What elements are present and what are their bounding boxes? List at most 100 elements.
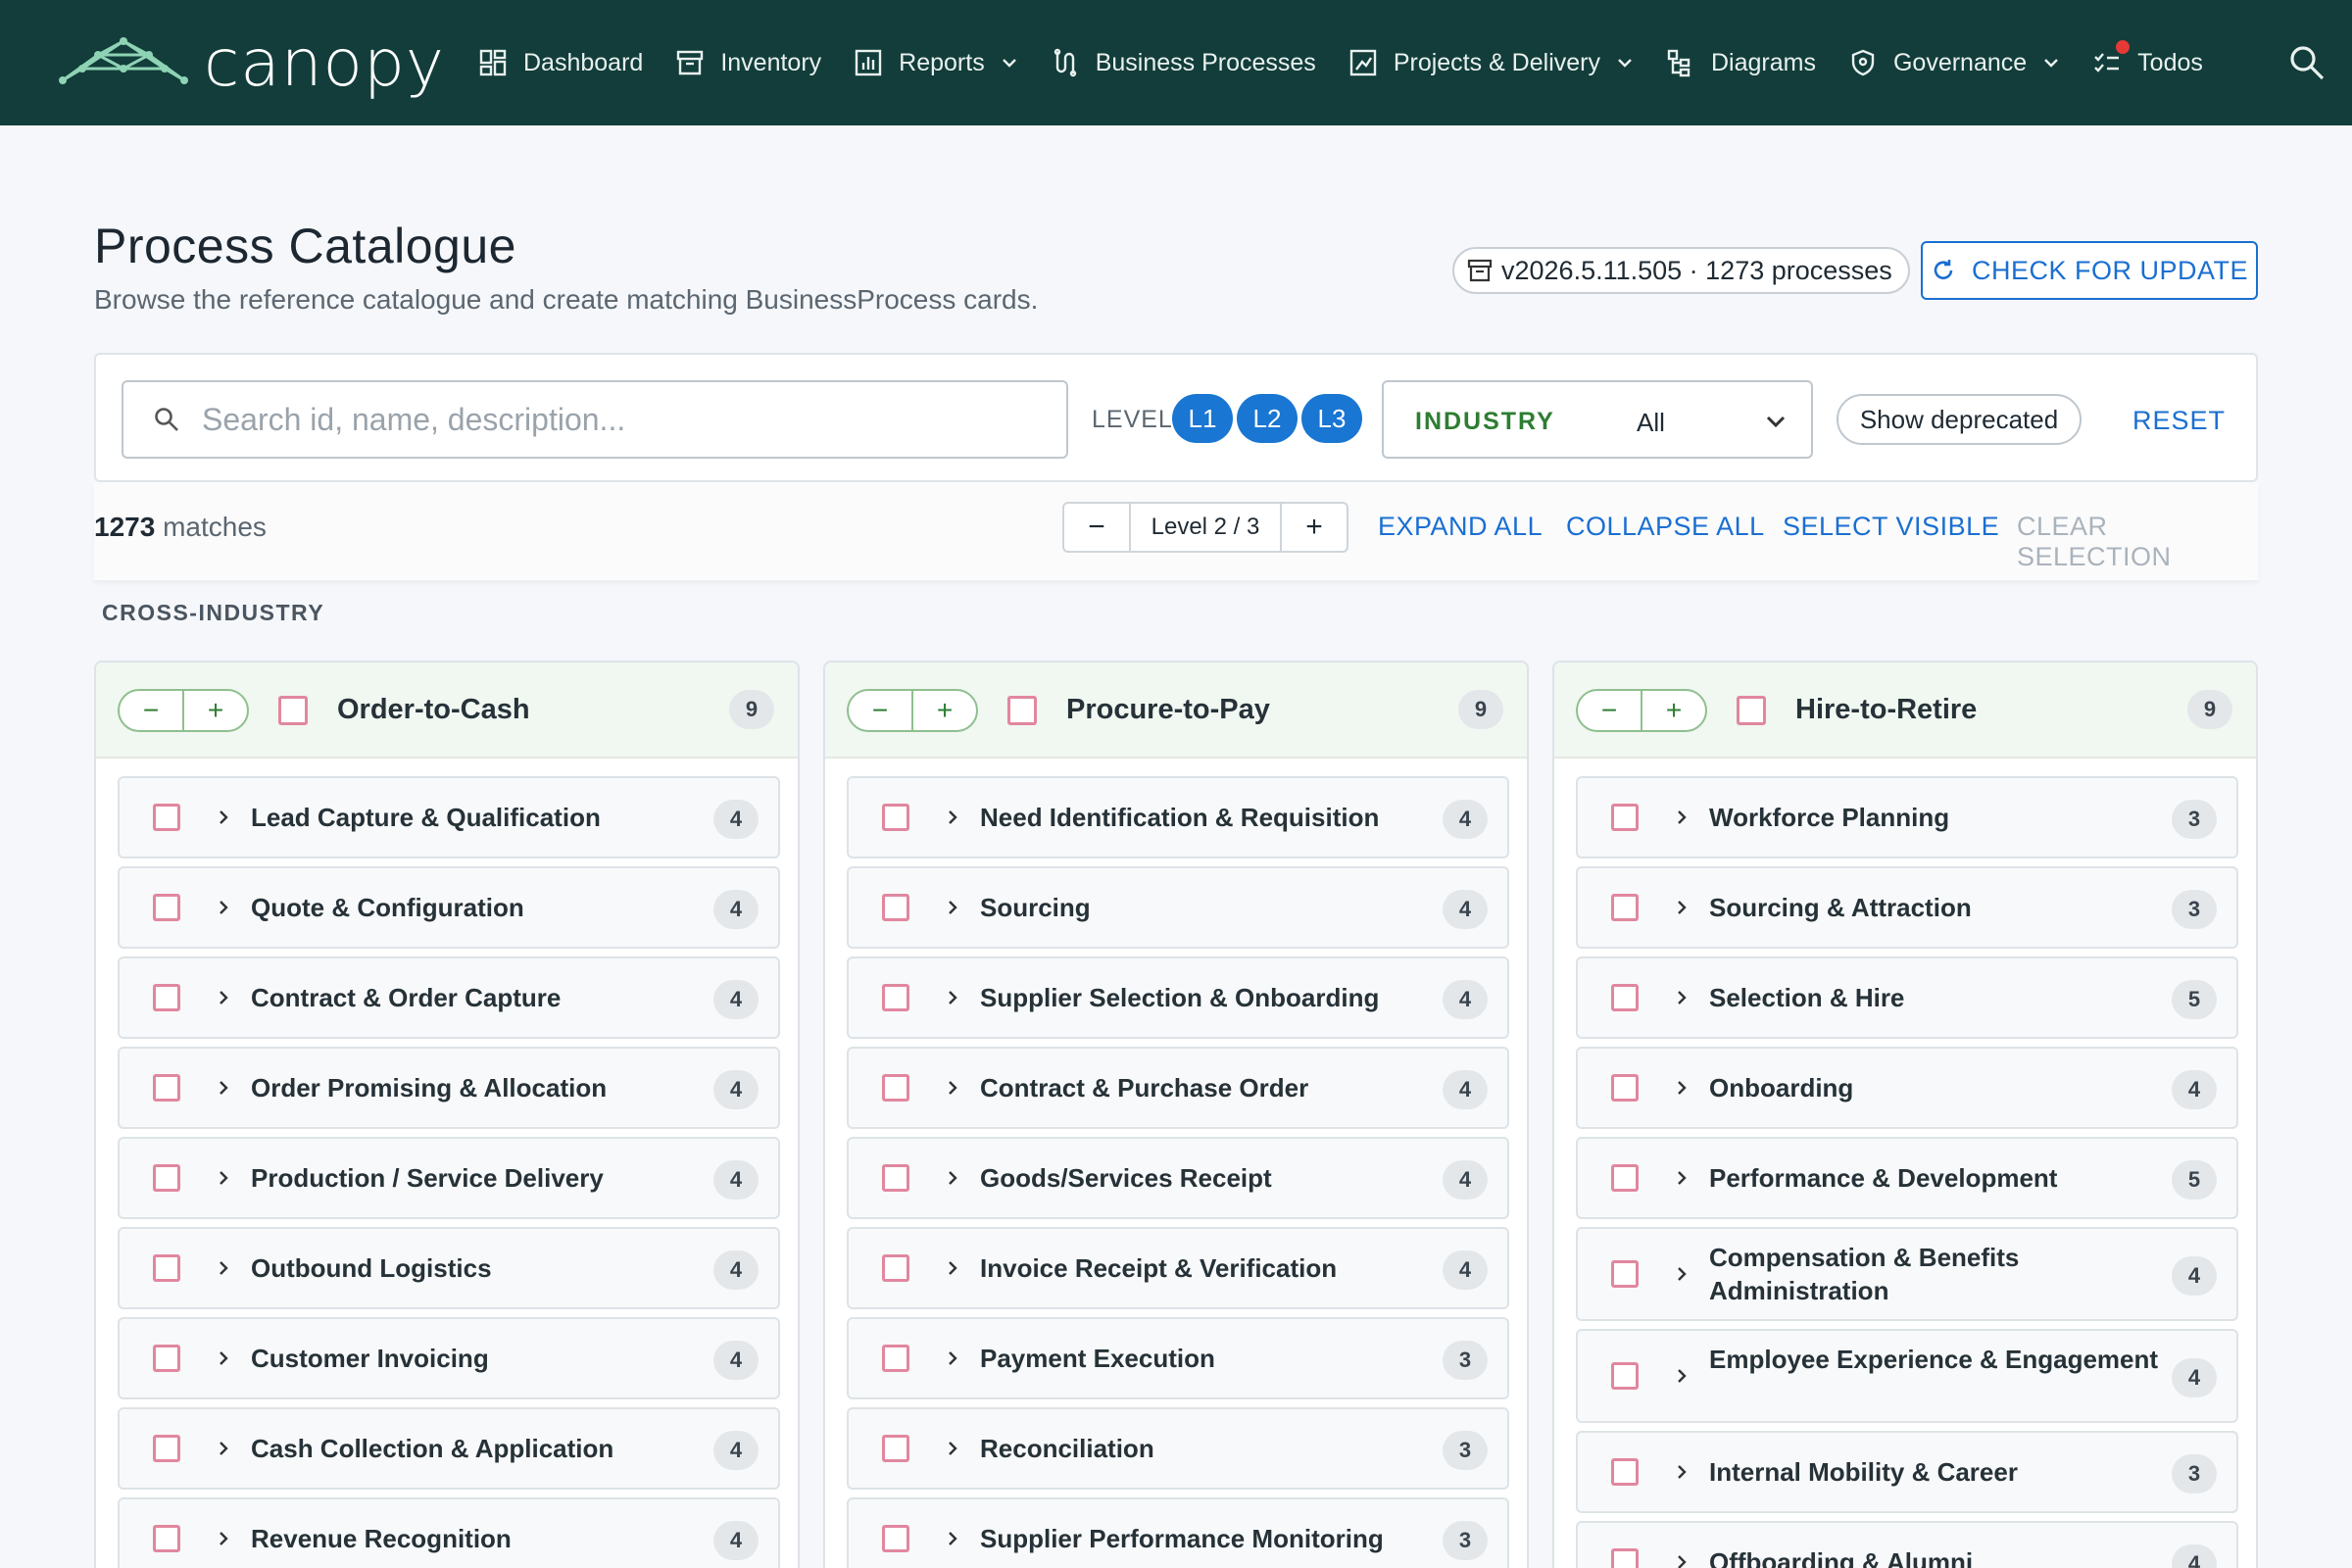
chevron-right-icon[interactable]	[214, 1258, 233, 1278]
nav-item-business-processes[interactable]: Business Processes	[1051, 48, 1316, 77]
process-row[interactable]: Order Promising & Allocation 4	[118, 1047, 780, 1129]
process-row[interactable]: Customer Invoicing 4	[118, 1317, 780, 1399]
chevron-right-icon[interactable]	[1672, 1366, 1691, 1386]
process-row[interactable]: Payment Execution 3	[847, 1317, 1509, 1399]
column-checkbox[interactable]	[1007, 696, 1037, 725]
industry-select[interactable]: INDUSTRY All	[1382, 380, 1813, 459]
chevron-right-icon[interactable]	[1672, 808, 1691, 827]
row-checkbox[interactable]	[153, 1435, 180, 1462]
chevron-right-icon[interactable]	[214, 1078, 233, 1098]
level-chip-l3[interactable]: L3	[1301, 394, 1362, 443]
row-checkbox[interactable]	[882, 1435, 909, 1462]
process-row[interactable]: Invoice Receipt & Verification 4	[847, 1227, 1509, 1309]
process-row[interactable]: Revenue Recognition 4	[118, 1497, 780, 1568]
process-row[interactable]: Compensation & Benefits Administration 4	[1576, 1227, 2238, 1321]
collapse-all-button[interactable]: COLLAPSE ALL	[1566, 512, 1765, 542]
chevron-right-icon[interactable]	[943, 1168, 962, 1188]
row-checkbox[interactable]	[153, 984, 180, 1011]
chevron-right-icon[interactable]	[943, 1258, 962, 1278]
chevron-right-icon[interactable]	[1672, 1552, 1691, 1568]
column-checkbox[interactable]	[278, 696, 308, 725]
nav-item-todos[interactable]: Todos	[2092, 40, 2203, 77]
row-checkbox[interactable]	[153, 1345, 180, 1372]
row-checkbox[interactable]	[153, 1074, 180, 1102]
chevron-right-icon[interactable]	[1672, 1078, 1691, 1098]
nav-item-reports[interactable]: Reports	[854, 48, 1018, 77]
row-checkbox[interactable]	[153, 1254, 180, 1282]
select-visible-button[interactable]: SELECT VISIBLE	[1783, 512, 1999, 542]
chevron-right-icon[interactable]	[214, 808, 233, 827]
process-row[interactable]: Goods/Services Receipt 4	[847, 1137, 1509, 1219]
chevron-right-icon[interactable]	[943, 898, 962, 917]
clear-selection-button[interactable]: CLEAR SELECTION	[2017, 512, 2258, 572]
process-row[interactable]: Selection & Hire 5	[1576, 956, 2238, 1039]
row-checkbox[interactable]	[882, 1345, 909, 1372]
row-checkbox[interactable]	[882, 1254, 909, 1282]
column-collapse-button[interactable]: −	[120, 691, 182, 730]
row-checkbox[interactable]	[1611, 1074, 1639, 1102]
process-row[interactable]: Supplier Performance Monitoring 3	[847, 1497, 1509, 1568]
process-row[interactable]: Onboarding 4	[1576, 1047, 2238, 1129]
row-checkbox[interactable]	[1611, 1260, 1639, 1288]
chevron-right-icon[interactable]	[1672, 1264, 1691, 1284]
process-row[interactable]: Lead Capture & Qualification 4	[118, 776, 780, 858]
nav-item-projects-delivery[interactable]: Projects & Delivery	[1348, 48, 1634, 77]
process-row[interactable]: Cash Collection & Application 4	[118, 1407, 780, 1490]
chevron-right-icon[interactable]	[943, 808, 962, 827]
check-for-update-button[interactable]: CHECK FOR UPDATE	[1921, 241, 2258, 300]
chevron-right-icon[interactable]	[1672, 898, 1691, 917]
process-row[interactable]: Production / Service Delivery 4	[118, 1137, 780, 1219]
column-expand-button[interactable]: +	[1642, 691, 1705, 730]
row-checkbox[interactable]	[153, 1525, 180, 1552]
row-checkbox[interactable]	[882, 984, 909, 1011]
process-row[interactable]: Employee Experience & Engagement 4	[1576, 1329, 2238, 1423]
column-expand-button[interactable]: +	[184, 691, 247, 730]
process-row[interactable]: Outbound Logistics 4	[118, 1227, 780, 1309]
row-checkbox[interactable]	[1611, 984, 1639, 1011]
process-row[interactable]: Contract & Order Capture 4	[118, 956, 780, 1039]
column-expand-button[interactable]: +	[913, 691, 976, 730]
row-checkbox[interactable]	[882, 894, 909, 921]
level-chip-l1[interactable]: L1	[1172, 394, 1233, 443]
chevron-right-icon[interactable]	[214, 1529, 233, 1548]
chevron-right-icon[interactable]	[214, 988, 233, 1007]
process-row[interactable]: Need Identification & Requisition 4	[847, 776, 1509, 858]
level-decrease-button[interactable]: −	[1064, 504, 1129, 551]
process-row[interactable]: Internal Mobility & Career 3	[1576, 1431, 2238, 1513]
nav-item-governance[interactable]: Governance	[1848, 48, 2060, 77]
nav-item-diagrams[interactable]: Diagrams	[1666, 48, 1816, 77]
row-checkbox[interactable]	[153, 804, 180, 831]
chevron-right-icon[interactable]	[1672, 1462, 1691, 1482]
reset-button[interactable]: RESET	[2132, 406, 2226, 436]
row-checkbox[interactable]	[882, 1525, 909, 1552]
nav-item-dashboard[interactable]: Dashboard	[478, 48, 643, 77]
search-icon[interactable]	[2287, 43, 2327, 82]
chevron-right-icon[interactable]	[943, 1348, 962, 1368]
expand-all-button[interactable]: EXPAND ALL	[1378, 512, 1543, 542]
row-checkbox[interactable]	[1611, 1458, 1639, 1486]
chevron-right-icon[interactable]	[214, 1348, 233, 1368]
chevron-right-icon[interactable]	[214, 898, 233, 917]
level-increase-button[interactable]: +	[1282, 504, 1347, 551]
chevron-right-icon[interactable]	[943, 1529, 962, 1548]
row-checkbox[interactable]	[1611, 894, 1639, 921]
chevron-right-icon[interactable]	[943, 1078, 962, 1098]
show-deprecated-toggle[interactable]: Show deprecated	[1837, 394, 2082, 445]
row-checkbox[interactable]	[1611, 1548, 1639, 1568]
process-row[interactable]: Sourcing & Attraction 3	[1576, 866, 2238, 949]
chevron-right-icon[interactable]	[214, 1168, 233, 1188]
nav-item-inventory[interactable]: Inventory	[675, 48, 821, 77]
row-checkbox[interactable]	[882, 1074, 909, 1102]
chevron-right-icon[interactable]	[1672, 1168, 1691, 1188]
chevron-right-icon[interactable]	[943, 988, 962, 1007]
process-row[interactable]: Contract & Purchase Order 4	[847, 1047, 1509, 1129]
chevron-right-icon[interactable]	[214, 1439, 233, 1458]
process-row[interactable]: Reconciliation 3	[847, 1407, 1509, 1490]
process-row[interactable]: Supplier Selection & Onboarding 4	[847, 956, 1509, 1039]
process-row[interactable]: Performance & Development 5	[1576, 1137, 2238, 1219]
brand[interactable]: canopy	[59, 24, 445, 102]
row-checkbox[interactable]	[1611, 1164, 1639, 1192]
process-row[interactable]: Offboarding & Alumni 4	[1576, 1521, 2238, 1568]
row-checkbox[interactable]	[153, 1164, 180, 1192]
row-checkbox[interactable]	[882, 1164, 909, 1192]
